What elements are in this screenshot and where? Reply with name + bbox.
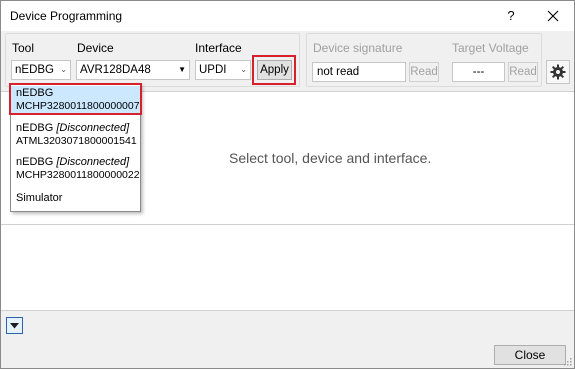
window-title: Device Programming [10,9,123,23]
dropdown-item-simulator[interactable]: Simulator [11,192,140,208]
read-voltage-button[interactable]: Read [508,62,538,82]
interface-select-value: UPDI [199,64,227,76]
device-label: Device [77,41,114,55]
output-log-area [1,225,574,311]
tool-status: [Disconnected] [56,122,130,134]
target-voltage-field: --- [452,62,505,82]
read-signature-button[interactable]: Read [409,62,439,82]
tool-select-value: nEDBG [15,64,54,76]
device-signature-field: not read [312,62,406,82]
device-programming-window: Device Programming ? Tool Device Interfa… [0,0,575,369]
toolbar: Tool Device Interface nEDBG ⌄ AVR128DA48… [1,31,574,91]
device-select-value: AVR128DA48 [80,64,151,76]
gear-icon [550,64,566,80]
placeholder-message: Select tool, device and interface. [229,150,432,166]
expand-log-button[interactable] [6,317,23,334]
tool-label: Tool [12,41,35,55]
chevron-down-icon: ⌄ [60,65,67,74]
tool-name: nEDBG [16,122,54,134]
close-icon [547,10,559,22]
dropdown-item-tool-3[interactable]: nEDBG [Disconnected] MCHP328001180000002… [11,156,140,184]
tool-serial: MCHP3280011800000022 [16,169,140,181]
settings-button[interactable] [546,60,570,84]
dropdown-item-tool-2[interactable]: nEDBG [Disconnected] ATML320307180000154… [11,122,140,150]
triangle-down-icon [10,323,19,329]
tool-serial: ATML3203071800001541 [16,135,137,147]
apply-button[interactable]: Apply [257,60,292,80]
tool-status: [Disconnected] [56,156,130,168]
tool-name: Simulator [16,192,63,204]
interface-label: Interface [195,41,242,55]
tool-name: nEDBG [16,156,54,168]
chevron-down-icon: ⌄ [240,65,247,74]
tool-select[interactable]: nEDBG ⌄ [11,60,71,80]
help-button[interactable]: ? [499,6,523,26]
resize-grip-icon[interactable] [562,356,572,366]
dropdown-arrow-icon: ▼ [178,65,186,74]
close-window-button[interactable] [538,4,568,28]
close-button[interactable]: Close [494,345,566,365]
target-voltage-label: Target Voltage [452,41,529,55]
device-select[interactable]: AVR128DA48 ▼ [76,60,190,80]
title-bar: Device Programming ? [1,1,574,31]
selected-tool-highlight-box [9,83,142,115]
interface-select[interactable]: UPDI ⌄ [195,60,251,80]
device-signature-label: Device signature [313,41,403,55]
